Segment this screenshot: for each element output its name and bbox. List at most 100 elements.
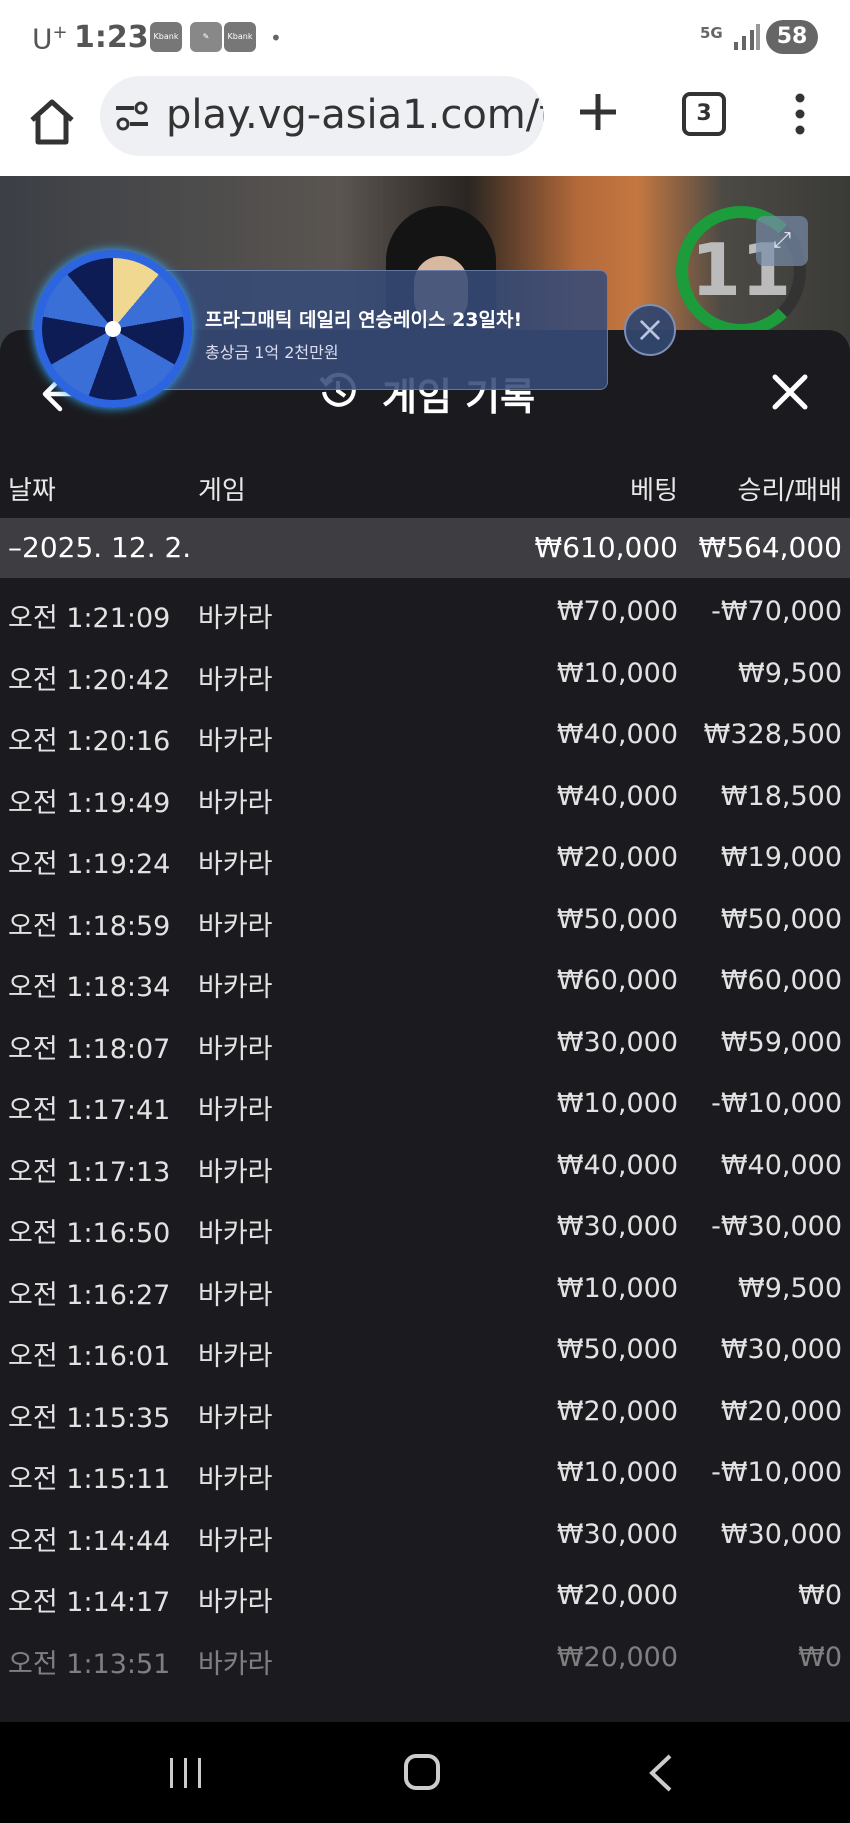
row-bet: ₩20,000 — [556, 1641, 678, 1673]
row-game: 바카라 — [198, 1464, 273, 1495]
row-time: 오전 1:18:07 — [8, 1033, 171, 1065]
table-row[interactable]: 오전 1:16:50 바카라 ₩30,000 -₩30,000 — [0, 1193, 850, 1255]
promo-close-icon[interactable] — [624, 304, 676, 356]
status-bar: U+ 1:23 Kbank ✎ Kbank • 5G 58 — [0, 0, 850, 72]
row-bet: ₩10,000 — [556, 1088, 678, 1119]
row-bet: ₩20,000 — [556, 1395, 678, 1427]
date-group-result-total: ₩564,000 — [698, 531, 842, 564]
expand-icon[interactable]: ⤢ — [756, 216, 808, 266]
row-result: ₩18,500 — [720, 780, 842, 812]
date-group-row[interactable]: –2025. 12. 2. ₩610,000 ₩564,000 — [0, 518, 850, 578]
more-notifications-dot: • — [270, 26, 282, 50]
history-list: 오전 1:21:09 바카라 ₩70,000 -₩70,000 오전 1:20:42 바카… — [0, 578, 850, 1685]
row-time: 오전 1:17:41 — [8, 1095, 171, 1126]
row-time: 오전 1:15:35 — [8, 1402, 171, 1434]
row-bet: ₩30,000 — [556, 1026, 678, 1058]
home-icon[interactable] — [26, 96, 78, 148]
table-row[interactable]: 오전 1:14:17 바카라 ₩20,000 ₩0 — [0, 1562, 850, 1624]
row-result: ₩19,000 — [720, 842, 842, 873]
header-date: 날짜 — [8, 476, 56, 506]
row-game: 바카라 — [198, 726, 273, 757]
close-icon[interactable] — [770, 372, 810, 412]
row-bet: ₩10,000 — [556, 1272, 678, 1304]
table-row[interactable]: 오전 1:15:35 바카라 ₩20,000 ₩20,000 — [0, 1378, 850, 1440]
table-row[interactable]: 오전 1:17:13 바카라 ₩40,000 ₩40,000 — [0, 1132, 850, 1194]
system-nav-bar — [0, 1722, 850, 1823]
row-game: 바카라 — [198, 1525, 273, 1557]
row-game: 바카라 — [198, 603, 273, 634]
row-game: 바카라 — [198, 1218, 273, 1249]
row-result: ₩30,000 — [720, 1518, 842, 1550]
browser-toolbar: play.vg-asia1.com/f 3 — [0, 72, 850, 177]
table-row[interactable]: 오전 1:18:07 바카라 ₩30,000 ₩59,000 — [0, 1009, 850, 1071]
kbank-app-icon: Kbank — [150, 22, 182, 52]
row-game: 바카라 — [198, 910, 273, 942]
row-result: ₩328,500 — [703, 719, 842, 750]
header-bet: 베팅 — [630, 476, 678, 506]
table-row[interactable]: 오전 1:19:49 바카라 ₩40,000 ₩18,500 — [0, 763, 850, 825]
table-row[interactable]: 오전 1:13:51 바카라 ₩20,000 ₩0 — [0, 1624, 850, 1686]
tune-icon[interactable] — [114, 98, 150, 134]
header-result: 승리/패배 — [737, 476, 842, 506]
row-bet: ₩30,000 — [556, 1211, 678, 1242]
address-bar[interactable]: play.vg-asia1.com/f — [100, 76, 544, 156]
table-row[interactable]: 오전 1:14:44 바카라 ₩30,000 ₩30,000 — [0, 1501, 850, 1563]
table-row[interactable]: 오전 1:16:01 바카라 ₩50,000 ₩30,000 — [0, 1316, 850, 1378]
url-text[interactable]: play.vg-asia1.com/f — [166, 92, 544, 138]
row-game: 바카라 — [198, 1648, 273, 1680]
home-nav-icon[interactable] — [404, 1754, 440, 1790]
row-result: ₩0 — [798, 1641, 842, 1673]
row-game: 바카라 — [198, 664, 273, 696]
tabs-button[interactable]: 3 — [682, 92, 726, 136]
table-row[interactable]: 오전 1:17:41 바카라 ₩10,000 -₩10,000 — [0, 1070, 850, 1132]
more-vert-icon[interactable] — [790, 90, 810, 138]
table-row[interactable]: 오전 1:15:11 바카라 ₩10,000 -₩10,000 — [0, 1439, 850, 1501]
promo-subtitle: 총상금 1억 2천만원 — [205, 343, 339, 362]
row-time: 오전 1:17:13 — [8, 1156, 171, 1188]
table-row[interactable]: 오전 1:19:24 바카라 ₩20,000 ₩19,000 — [0, 824, 850, 886]
table-row[interactable]: 오전 1:18:59 바카라 ₩50,000 ₩50,000 — [0, 886, 850, 948]
signal-icon — [734, 24, 760, 50]
row-time: 오전 1:21:09 — [8, 603, 171, 634]
table-row[interactable]: 오전 1:18:34 바카라 ₩60,000 ₩60,000 — [0, 947, 850, 1009]
table-header: 날짜 게임 베팅 승리/패배 — [0, 460, 850, 516]
row-time: 오전 1:14:44 — [8, 1525, 171, 1557]
plus-icon[interactable] — [576, 90, 620, 134]
row-result: ₩0 — [798, 1580, 842, 1611]
row-time: 오전 1:13:51 — [8, 1648, 171, 1680]
table-row[interactable]: 오전 1:16:27 바카라 ₩10,000 ₩9,500 — [0, 1255, 850, 1317]
table-row[interactable]: 오전 1:21:09 바카라 ₩70,000 -₩70,000 — [0, 578, 850, 640]
row-result: -₩10,000 — [711, 1088, 842, 1119]
kbank-app-icon-2: Kbank — [224, 22, 256, 52]
row-time: 오전 1:20:16 — [8, 726, 171, 757]
row-bet: ₩50,000 — [556, 1334, 678, 1365]
date-group-bet-total: ₩610,000 — [534, 531, 678, 564]
row-game: 바카라 — [198, 1095, 273, 1126]
table-row[interactable]: 오전 1:20:42 바카라 ₩10,000 ₩9,500 — [0, 640, 850, 702]
row-game: 바카라 — [198, 787, 273, 819]
network-5g-icon: 5G — [700, 24, 723, 42]
row-bet: ₩10,000 — [556, 657, 678, 689]
back-nav-icon[interactable] — [648, 1754, 674, 1792]
row-bet: ₩70,000 — [556, 596, 678, 627]
promo-banner[interactable]: 프라그매틱 데일리 연승레이스 23일차! 총상금 1억 2천만원 — [150, 270, 608, 390]
row-result: ₩40,000 — [720, 1149, 842, 1181]
header-game: 게임 — [198, 476, 246, 506]
carrier-label: U+ — [32, 22, 68, 56]
row-result: ₩9,500 — [738, 657, 842, 689]
row-time: 오전 1:18:59 — [8, 910, 171, 942]
row-result: ₩20,000 — [720, 1395, 842, 1427]
row-time: 오전 1:16:50 — [8, 1218, 171, 1249]
prize-wheel-icon[interactable] — [34, 250, 192, 408]
row-result: ₩50,000 — [720, 903, 842, 935]
date-group-label: –2025. 12. 2. — [8, 531, 192, 564]
recent-apps-icon[interactable] — [168, 1758, 204, 1788]
row-bet: ₩50,000 — [556, 903, 678, 935]
row-result: ₩9,500 — [738, 1272, 842, 1304]
row-game: 바카라 — [198, 1402, 273, 1434]
row-game: 바카라 — [198, 1341, 273, 1372]
row-time: 오전 1:19:49 — [8, 787, 171, 819]
row-bet: ₩10,000 — [556, 1457, 678, 1488]
table-row[interactable]: 오전 1:20:16 바카라 ₩40,000 ₩328,500 — [0, 701, 850, 763]
row-result: ₩30,000 — [720, 1334, 842, 1365]
